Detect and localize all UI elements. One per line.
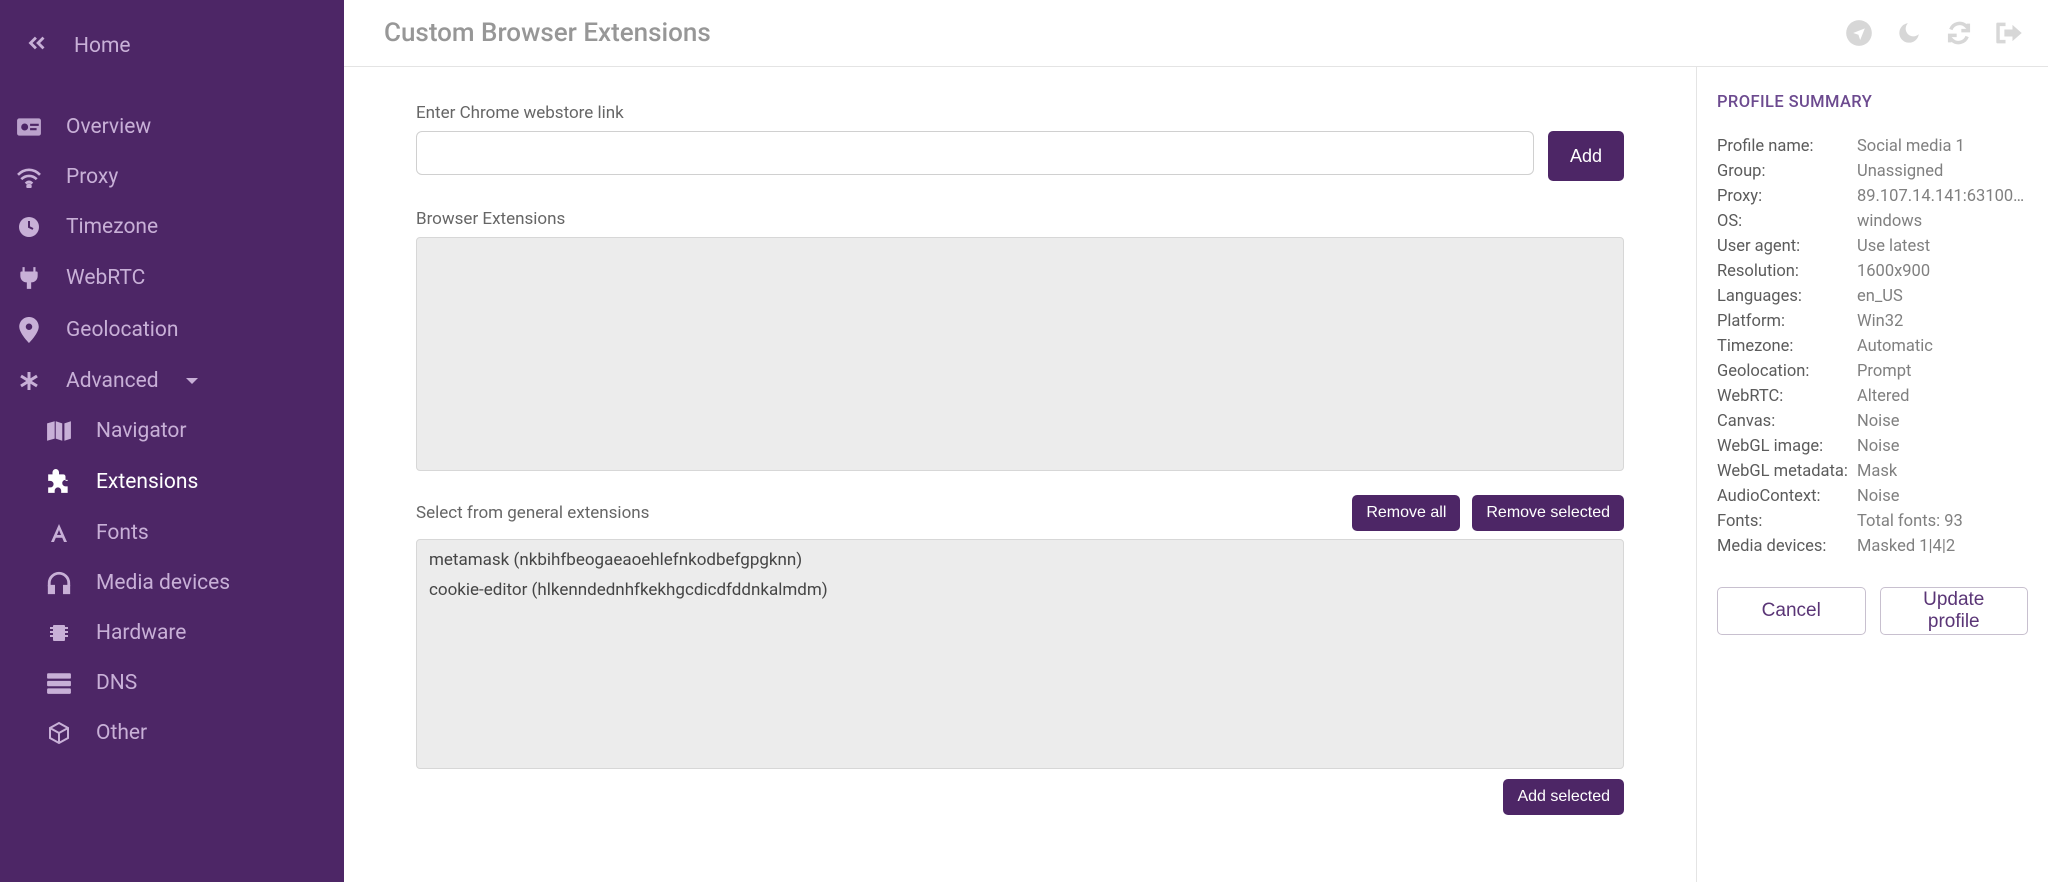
sidebar-item-label: Fonts bbox=[96, 521, 149, 545]
summary-rows: Profile name:Social media 1 Group:Unassi… bbox=[1717, 134, 2028, 559]
asterisk-icon bbox=[14, 369, 44, 393]
summary-row: WebRTC:Altered bbox=[1717, 384, 2028, 409]
sidebar-item-label: Overview bbox=[66, 115, 151, 139]
sidebar: Home Overview Proxy Timezone WebRTC bbox=[0, 0, 344, 882]
puzzle-icon bbox=[44, 469, 74, 495]
remove-selected-button[interactable]: Remove selected bbox=[1472, 495, 1624, 531]
sidebar-item-label: DNS bbox=[96, 671, 137, 695]
sidebar-sub-items: Navigator Extensions Fonts Media devices bbox=[4, 406, 344, 758]
sidebar-home[interactable]: Home bbox=[0, 12, 344, 102]
sidebar-item-navigator[interactable]: Navigator bbox=[4, 406, 344, 456]
summary-row: Resolution:1600x900 bbox=[1717, 259, 2028, 284]
summary-row: WebGL image:Noise bbox=[1717, 434, 2028, 459]
general-extensions-listbox[interactable]: metamask (nkbihfbeogaeaoehlefnkodbefgpgk… bbox=[416, 539, 1624, 769]
summary-row: Group:Unassigned bbox=[1717, 159, 2028, 184]
topbar: Custom Browser Extensions bbox=[344, 0, 2048, 67]
caret-down-icon bbox=[185, 369, 199, 393]
browser-extensions-listbox[interactable] bbox=[416, 237, 1624, 471]
sidebar-main-items: Overview Proxy Timezone WebRTC Geolocati… bbox=[0, 102, 344, 758]
summary-row: Fonts:Total fonts: 93 bbox=[1717, 509, 2028, 534]
summary-row: Geolocation:Prompt bbox=[1717, 359, 2028, 384]
browser-extensions-label: Browser Extensions bbox=[416, 209, 1624, 229]
moon-icon[interactable] bbox=[1894, 18, 1924, 48]
add-selected-button[interactable]: Add selected bbox=[1503, 779, 1624, 815]
sidebar-item-label: Navigator bbox=[96, 419, 187, 443]
summary-title: PROFILE SUMMARY bbox=[1717, 93, 2028, 112]
select-general-label: Select from general extensions bbox=[416, 503, 649, 523]
send-icon[interactable] bbox=[1844, 18, 1874, 48]
map-pin-icon bbox=[14, 317, 44, 343]
headphones-icon bbox=[44, 571, 74, 595]
sidebar-item-label: WebRTC bbox=[66, 266, 145, 290]
sidebar-item-other[interactable]: Other bbox=[4, 708, 344, 758]
cancel-button[interactable]: Cancel bbox=[1717, 587, 1866, 635]
sidebar-item-label: Proxy bbox=[66, 165, 118, 189]
sidebar-item-webrtc[interactable]: WebRTC bbox=[4, 252, 344, 304]
wifi-icon bbox=[14, 166, 44, 188]
sidebar-item-fonts[interactable]: Fonts bbox=[4, 508, 344, 558]
remove-all-button[interactable]: Remove all bbox=[1352, 495, 1460, 531]
center-panel: Enter Chrome webstore link Add Browser E… bbox=[344, 67, 1696, 882]
summary-row: Canvas:Noise bbox=[1717, 409, 2028, 434]
webstore-link-input[interactable] bbox=[416, 131, 1534, 175]
summary-row: Timezone:Automatic bbox=[1717, 334, 2028, 359]
sidebar-item-label: Extensions bbox=[96, 470, 198, 494]
main: Custom Browser Extensions Enter Chrome w… bbox=[344, 0, 2048, 882]
update-profile-button[interactable]: Update profile bbox=[1880, 587, 2029, 635]
summary-row: Languages:en_US bbox=[1717, 284, 2028, 309]
server-icon bbox=[44, 672, 74, 694]
clock-icon bbox=[14, 215, 44, 239]
sidebar-home-label: Home bbox=[74, 34, 131, 58]
summary-row: AudioContext:Noise bbox=[1717, 484, 2028, 509]
plug-icon bbox=[14, 265, 44, 291]
refresh-icon[interactable] bbox=[1944, 18, 1974, 48]
sidebar-item-extensions[interactable]: Extensions bbox=[4, 456, 344, 508]
list-option[interactable]: metamask (nkbihfbeogaeaoehlefnkodbefgpgk… bbox=[417, 540, 1623, 574]
sidebar-item-label: Other bbox=[96, 721, 147, 745]
sidebar-item-timezone[interactable]: Timezone bbox=[4, 202, 344, 252]
sidebar-item-media-devices[interactable]: Media devices bbox=[4, 558, 344, 608]
summary-row: OS:windows bbox=[1717, 209, 2028, 234]
font-icon bbox=[44, 521, 74, 545]
sidebar-item-label: Media devices bbox=[96, 571, 230, 595]
summary-row: Profile name:Social media 1 bbox=[1717, 134, 2028, 159]
sidebar-item-label: Hardware bbox=[96, 621, 186, 645]
sidebar-item-overview[interactable]: Overview bbox=[4, 102, 344, 152]
cube-icon bbox=[44, 721, 74, 745]
list-option[interactable]: cookie-editor (hlkenndednhfkekhgcdicdfdd… bbox=[417, 574, 1623, 604]
page-title: Custom Browser Extensions bbox=[384, 18, 711, 48]
summary-row: WebGL metadata:Mask bbox=[1717, 459, 2028, 484]
chip-icon bbox=[44, 621, 74, 645]
summary-row: User agent:Use latest bbox=[1717, 234, 2028, 259]
sidebar-item-advanced[interactable]: Advanced bbox=[4, 356, 344, 406]
sidebar-item-label: Geolocation bbox=[66, 318, 178, 342]
add-button[interactable]: Add bbox=[1548, 131, 1624, 181]
sidebar-item-proxy[interactable]: Proxy bbox=[4, 152, 344, 202]
webstore-link-label: Enter Chrome webstore link bbox=[416, 103, 1624, 123]
topbar-icons bbox=[1844, 18, 2024, 48]
sidebar-item-label: Advanced bbox=[66, 369, 159, 393]
double-chevron-left-icon bbox=[24, 30, 52, 62]
sidebar-item-geolocation[interactable]: Geolocation bbox=[4, 304, 344, 356]
id-card-icon bbox=[14, 116, 44, 138]
sidebar-item-label: Timezone bbox=[66, 215, 158, 239]
summary-row: Proxy:89.107.14.141:63100/HTTP ... bbox=[1717, 184, 2028, 209]
content: Enter Chrome webstore link Add Browser E… bbox=[344, 67, 2048, 882]
map-icon bbox=[44, 420, 74, 442]
profile-summary-panel: PROFILE SUMMARY Profile name:Social medi… bbox=[1696, 67, 2048, 882]
summary-row: Platform:Win32 bbox=[1717, 309, 2028, 334]
sidebar-item-dns[interactable]: DNS bbox=[4, 658, 344, 708]
sidebar-item-hardware[interactable]: Hardware bbox=[4, 608, 344, 658]
logout-icon[interactable] bbox=[1994, 18, 2024, 48]
summary-row: Media devices:Masked 1|4|2 bbox=[1717, 534, 2028, 559]
